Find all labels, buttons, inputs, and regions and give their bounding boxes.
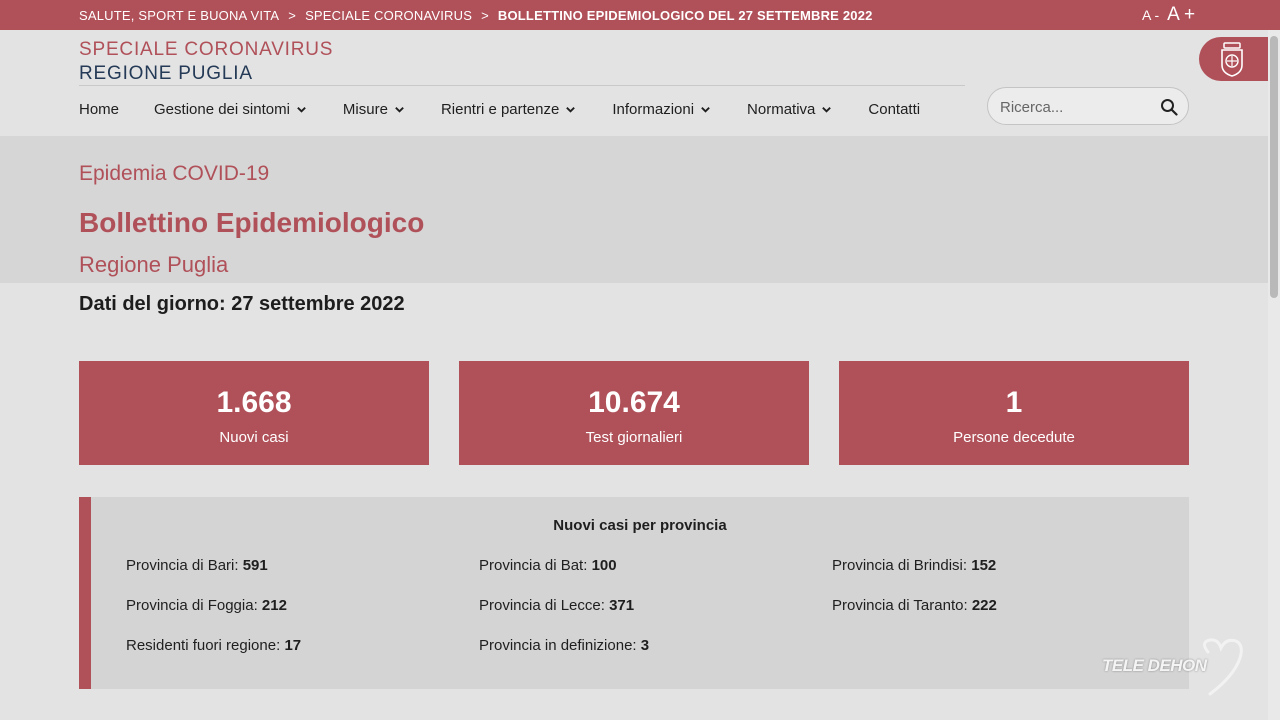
- province-value: 3: [640, 637, 650, 654]
- province-item-lecce: Provincia di Lecce: 371: [479, 597, 634, 614]
- province-value: 222: [971, 597, 997, 614]
- province-item-in-definizione: Provincia in definizione: 3: [479, 637, 649, 654]
- stat-card-test-giornalieri: 10.674 Test giornalieri: [459, 361, 809, 465]
- breadcrumb-current: BOLLETTINO EPIDEMIOLOGICO DEL 27 SETTEMB…: [497, 7, 873, 23]
- tv-watermark: TELE DEHON: [1098, 636, 1248, 698]
- province-label: Provincia di Foggia:: [126, 597, 258, 614]
- nav-item-label: Gestione dei sintomi: [154, 101, 290, 118]
- breadcrumb-separator: >: [288, 7, 297, 23]
- report-date: Dati del giorno: 27 settembre 2022: [79, 293, 405, 315]
- breadcrumb-link-speciale[interactable]: SPECIALE CORONAVIRUS: [305, 8, 472, 23]
- region-emblem-icon: [1221, 42, 1243, 77]
- province-value: 152: [971, 557, 997, 574]
- province-item-foggia: Provincia di Foggia: 212: [126, 597, 287, 614]
- province-label: Provincia di Brindisi:: [832, 557, 968, 574]
- stat-label: Test giornalieri: [585, 429, 683, 446]
- chevron-down-icon: [566, 107, 576, 113]
- chevron-down-icon: [297, 107, 306, 113]
- hero-section: Epidemia COVID-19 Bollettino Epidemiolog…: [0, 136, 1280, 283]
- province-label: Residenti fuori regione:: [126, 637, 281, 654]
- province-value: 212: [261, 597, 287, 614]
- nav-item-home[interactable]: Home: [79, 101, 119, 118]
- nav-item-label: Normativa: [747, 101, 816, 118]
- province-label: Provincia di Bat:: [479, 557, 588, 574]
- chevron-down-icon: [701, 107, 710, 113]
- province-item-brindisi: Provincia di Brindisi: 152: [832, 557, 996, 574]
- nav-item-label: Home: [79, 101, 120, 118]
- site-header: SPECIALE CORONAVIRUS REGIONE PUGLIA Home…: [0, 30, 1280, 136]
- nav-item-label: Informazioni: [612, 101, 695, 118]
- chevron-down-icon: [395, 107, 404, 113]
- province-label: Provincia di Taranto:: [832, 597, 968, 614]
- search-input[interactable]: [1000, 97, 1150, 117]
- stat-label: Persone decedute: [953, 429, 1075, 446]
- scrollbar-thumb[interactable]: [1270, 36, 1278, 298]
- main-nav: Home Gestione dei sintomi Misure Rientri…: [79, 101, 920, 118]
- province-label: Provincia di Lecce:: [479, 597, 605, 614]
- stat-card-persone-decedute: 1 Persone decedute: [839, 361, 1189, 465]
- font-increase-button[interactable]: A +: [1167, 4, 1195, 26]
- nav-item-label: Contatti: [868, 101, 921, 118]
- breadcrumb-separator: >: [481, 7, 489, 23]
- province-label: Provincia in definizione:: [479, 637, 637, 654]
- header-divider: [79, 85, 965, 86]
- watermark-text: TELE DEHON: [1102, 656, 1207, 675]
- stat-value: 10.674: [588, 386, 680, 419]
- stat-label: Nuovi casi: [219, 429, 289, 446]
- section-eyebrow: Epidemia COVID-19: [79, 162, 270, 185]
- nav-item-label: Rientri e partenze: [440, 101, 560, 118]
- stat-value: 1: [1005, 386, 1023, 419]
- province-label: Provincia di Bari:: [126, 557, 239, 574]
- province-item-bari: Provincia di Bari: 591: [126, 557, 268, 574]
- breadcrumb: SALUTE, SPORT E BUONA VITA > SPECIALE CO…: [79, 0, 873, 30]
- heart-logo-icon: [1203, 638, 1243, 696]
- province-item-bat: Provincia di Bat: 100: [479, 557, 617, 574]
- top-bar: SALUTE, SPORT E BUONA VITA > SPECIALE CO…: [0, 0, 1280, 30]
- nav-item-contatti[interactable]: Contatti: [868, 101, 920, 118]
- search-box: [987, 87, 1189, 125]
- brand-title[interactable]: SPECIALE CORONAVIRUS: [79, 39, 333, 61]
- breadcrumb-link-salute[interactable]: SALUTE, SPORT E BUONA VITA: [79, 8, 279, 23]
- nav-item-informazioni[interactable]: Informazioni: [612, 101, 711, 118]
- province-panel-title: Nuovi casi per provincia: [553, 517, 727, 534]
- nav-item-label: Misure: [342, 101, 388, 118]
- stat-value: 1.668: [216, 386, 292, 419]
- brand-subtitle[interactable]: REGIONE PUGLIA: [79, 63, 253, 85]
- font-decrease-button[interactable]: A -: [1142, 7, 1159, 23]
- nav-item-normativa[interactable]: Normativa: [747, 101, 832, 118]
- nav-item-gestione-sintomi[interactable]: Gestione dei sintomi: [154, 101, 307, 118]
- page-subtitle: Regione Puglia: [79, 252, 229, 277]
- province-item-taranto: Provincia di Taranto: 222: [832, 597, 997, 614]
- province-panel: Nuovi casi per provincia Provincia di Ba…: [79, 497, 1189, 689]
- province-value: 100: [591, 557, 617, 574]
- stat-card-nuovi-casi: 1.668 Nuovi casi: [79, 361, 429, 465]
- province-value: 371: [609, 597, 635, 614]
- province-value: 17: [284, 637, 302, 654]
- font-size-controls: A - A +: [1142, 4, 1195, 26]
- page-title: Bollettino Epidemiologico: [79, 207, 425, 238]
- nav-item-misure[interactable]: Misure: [343, 101, 405, 118]
- chevron-down-icon: [822, 107, 832, 113]
- province-item-fuori-regione: Residenti fuori regione: 17: [126, 637, 301, 654]
- province-value: 591: [242, 557, 268, 574]
- search-icon[interactable]: [1160, 98, 1178, 116]
- nav-item-rientri-partenze[interactable]: Rientri e partenze: [441, 101, 576, 118]
